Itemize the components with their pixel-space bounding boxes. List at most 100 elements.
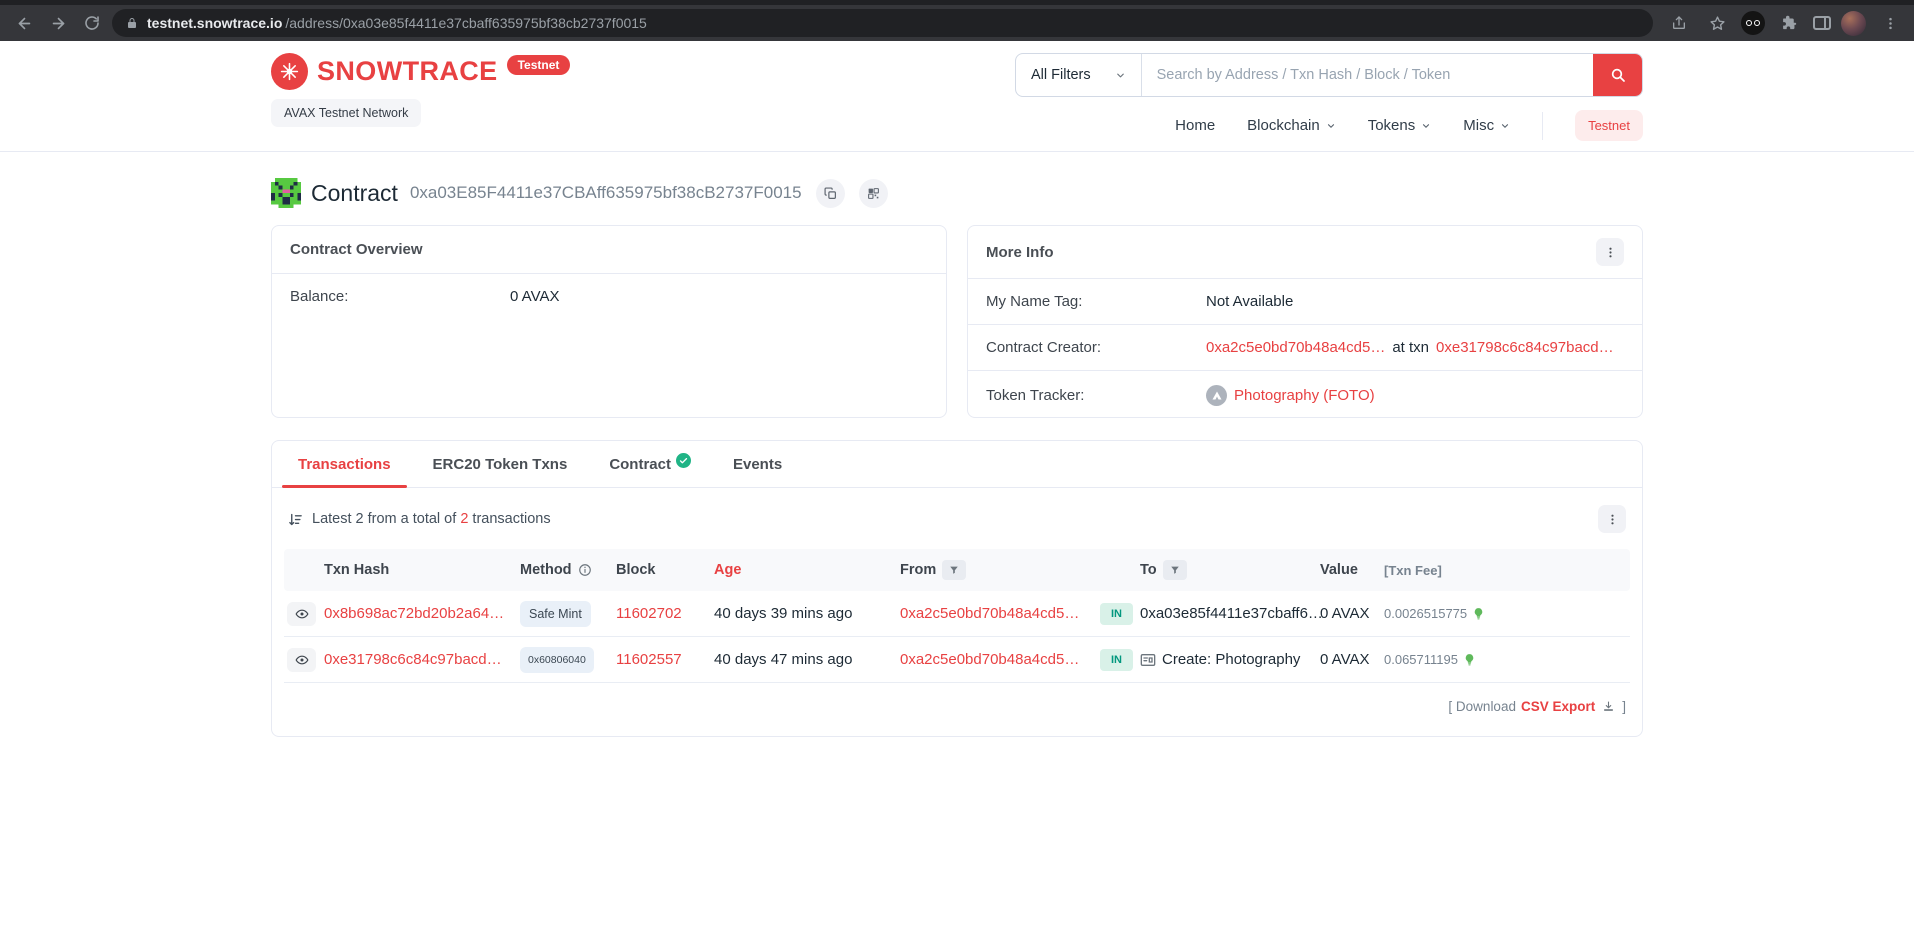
value-cell: 0 AVAX bbox=[1320, 651, 1384, 668]
transactions-menu-button[interactable] bbox=[1598, 505, 1626, 533]
browser-actions bbox=[1659, 9, 1904, 37]
creator-txn-link[interactable]: 0xe31798c6c84c97bacd… bbox=[1436, 339, 1614, 356]
browser-menu-icon[interactable] bbox=[1876, 9, 1904, 37]
transactions-card: Transactions ERC20 Token Txns Contract E… bbox=[271, 440, 1643, 737]
col-age[interactable]: Age bbox=[714, 562, 900, 578]
extension-avatar-icon[interactable] bbox=[1741, 11, 1765, 35]
network-badge: AVAX Testnet Network bbox=[271, 99, 421, 127]
tab-events[interactable]: Events bbox=[717, 441, 798, 487]
preview-txn-button[interactable] bbox=[287, 602, 316, 626]
method-badge: 0x60806040 bbox=[520, 647, 594, 673]
to-address: 0xa03e85f4411e37cbaff6… bbox=[1140, 605, 1323, 622]
tab-transactions[interactable]: Transactions bbox=[282, 441, 407, 487]
brand-testnet-badge: Testnet bbox=[507, 55, 571, 75]
gas-bulb-icon bbox=[1472, 607, 1485, 620]
to-filter-icon[interactable] bbox=[1163, 560, 1187, 580]
verified-check-icon bbox=[676, 453, 691, 468]
age-value: 40 days 47 mins ago bbox=[714, 651, 900, 668]
eye-icon bbox=[295, 607, 309, 621]
transactions-table: Txn Hash Method Block Age From bbox=[284, 549, 1630, 683]
table-header-row: Txn Hash Method Block Age From bbox=[284, 549, 1630, 591]
from-filter-icon[interactable] bbox=[942, 560, 966, 580]
share-icon[interactable] bbox=[1665, 9, 1693, 37]
block-link[interactable]: 11602557 bbox=[616, 651, 682, 668]
contract-identicon bbox=[271, 178, 301, 208]
contract-address: 0xa03E85F4411e37CBAff635975bf38cB2737F00… bbox=[410, 183, 802, 203]
brand-name[interactable]: SNOWTRACE bbox=[317, 53, 498, 90]
kebab-icon bbox=[1604, 246, 1617, 259]
transactions-summary-row: Latest 2 from a total of 2 transactions bbox=[272, 488, 1642, 543]
profile-avatar[interactable] bbox=[1841, 11, 1866, 36]
transaction-row: 0x8b698ac72bd20b2a64… Safe Mint 11602702… bbox=[284, 591, 1630, 637]
page-title-row: Contract 0xa03E85F4411e37CBAff635975bf38… bbox=[271, 178, 1643, 208]
nav-blockchain[interactable]: Blockchain bbox=[1247, 117, 1336, 134]
forward-icon[interactable] bbox=[44, 9, 72, 37]
csv-export-link[interactable]: CSV Export bbox=[1521, 699, 1595, 714]
txn-hash-link[interactable]: 0x8b698ac72bd20b2a64… bbox=[324, 605, 504, 622]
balance-label: Balance: bbox=[290, 288, 510, 305]
contract-creator-row: Contract Creator: 0xa2c5e0bd70b48a4cd5… a… bbox=[968, 325, 1642, 371]
more-info-menu-button[interactable] bbox=[1596, 238, 1624, 266]
tab-erc20-token-txns[interactable]: ERC20 Token Txns bbox=[417, 441, 584, 487]
block-link[interactable]: 11602702 bbox=[616, 605, 682, 622]
value-cell: 0 AVAX bbox=[1320, 605, 1384, 622]
search-filter-dropdown[interactable]: All Filters bbox=[1016, 54, 1142, 96]
from-address-link[interactable]: 0xa2c5e0bd70b48a4cd5… bbox=[900, 605, 1079, 622]
nav-divider bbox=[1542, 112, 1543, 140]
url-host: testnet.snowtrace.io bbox=[147, 15, 282, 31]
contract-overview-card: Contract Overview Balance: 0 AVAX bbox=[271, 225, 947, 418]
url-bar[interactable]: testnet.snowtrace.io /address/0xa03e85f4… bbox=[112, 9, 1653, 37]
qr-code-button[interactable] bbox=[859, 179, 888, 208]
token-tracker-row: Token Tracker: Photography (FOTO) bbox=[968, 371, 1642, 420]
creator-address-link[interactable]: 0xa2c5e0bd70b48a4cd5… bbox=[1206, 339, 1385, 356]
transactions-count: 2 bbox=[460, 511, 468, 527]
method-badge: Safe Mint bbox=[520, 601, 591, 627]
reload-icon[interactable] bbox=[78, 9, 106, 37]
snowtrace-logo-icon[interactable] bbox=[271, 53, 308, 90]
search-input[interactable] bbox=[1142, 54, 1593, 96]
token-tracker-label: Token Tracker: bbox=[986, 387, 1206, 404]
nav-testnet-button[interactable]: Testnet bbox=[1575, 110, 1643, 141]
more-info-card-title: More Info bbox=[986, 244, 1054, 261]
page-title: Contract bbox=[311, 180, 398, 207]
copy-address-button[interactable] bbox=[816, 179, 845, 208]
side-panel-icon[interactable] bbox=[1813, 16, 1831, 30]
info-circle-icon[interactable] bbox=[578, 563, 592, 577]
col-from: From bbox=[900, 560, 1100, 580]
balance-value: 0 AVAX bbox=[510, 288, 559, 305]
tab-bar: Transactions ERC20 Token Txns Contract E… bbox=[272, 441, 1642, 488]
direction-badge: IN bbox=[1100, 649, 1133, 671]
search-bar: All Filters bbox=[1015, 53, 1643, 97]
from-address-link[interactable]: 0xa2c5e0bd70b48a4cd5… bbox=[900, 651, 1079, 668]
qr-code-icon bbox=[867, 187, 880, 200]
nav-home[interactable]: Home bbox=[1175, 117, 1215, 134]
nav-misc[interactable]: Misc bbox=[1463, 117, 1510, 134]
balance-row: Balance: 0 AVAX bbox=[272, 274, 946, 319]
bookmark-star-icon[interactable] bbox=[1703, 9, 1731, 37]
col-txn-hash: Txn Hash bbox=[324, 562, 520, 578]
txn-fee-value: 0.0026515775 bbox=[1384, 606, 1467, 621]
creator-at-txn-text: at txn bbox=[1392, 339, 1429, 356]
direction-badge: IN bbox=[1100, 603, 1133, 625]
tab-contract[interactable]: Contract bbox=[593, 441, 707, 487]
col-block: Block bbox=[616, 562, 714, 578]
extensions-puzzle-icon[interactable] bbox=[1775, 9, 1803, 37]
lock-icon bbox=[126, 16, 138, 30]
token-tracker-link[interactable]: Photography (FOTO) bbox=[1234, 387, 1375, 404]
name-tag-row: My Name Tag: Not Available bbox=[968, 279, 1642, 325]
search-button[interactable] bbox=[1593, 54, 1642, 96]
name-tag-label: My Name Tag: bbox=[986, 293, 1206, 310]
preview-txn-button[interactable] bbox=[287, 648, 316, 672]
csv-export-row: [ Download CSV Export ] bbox=[272, 683, 1642, 736]
download-label: [ Download bbox=[1448, 699, 1516, 714]
txn-hash-link[interactable]: 0xe31798c6c84c97bacd… bbox=[324, 651, 502, 668]
search-icon bbox=[1610, 67, 1626, 83]
download-icon bbox=[1602, 700, 1615, 713]
back-icon[interactable] bbox=[10, 9, 38, 37]
contract-creator-label: Contract Creator: bbox=[986, 339, 1206, 356]
chevron-down-icon bbox=[1115, 70, 1126, 81]
kebab-icon bbox=[1606, 513, 1619, 526]
nav-tokens[interactable]: Tokens bbox=[1368, 117, 1432, 134]
name-tag-value: Not Available bbox=[1206, 293, 1293, 310]
col-value: Value bbox=[1320, 562, 1384, 578]
